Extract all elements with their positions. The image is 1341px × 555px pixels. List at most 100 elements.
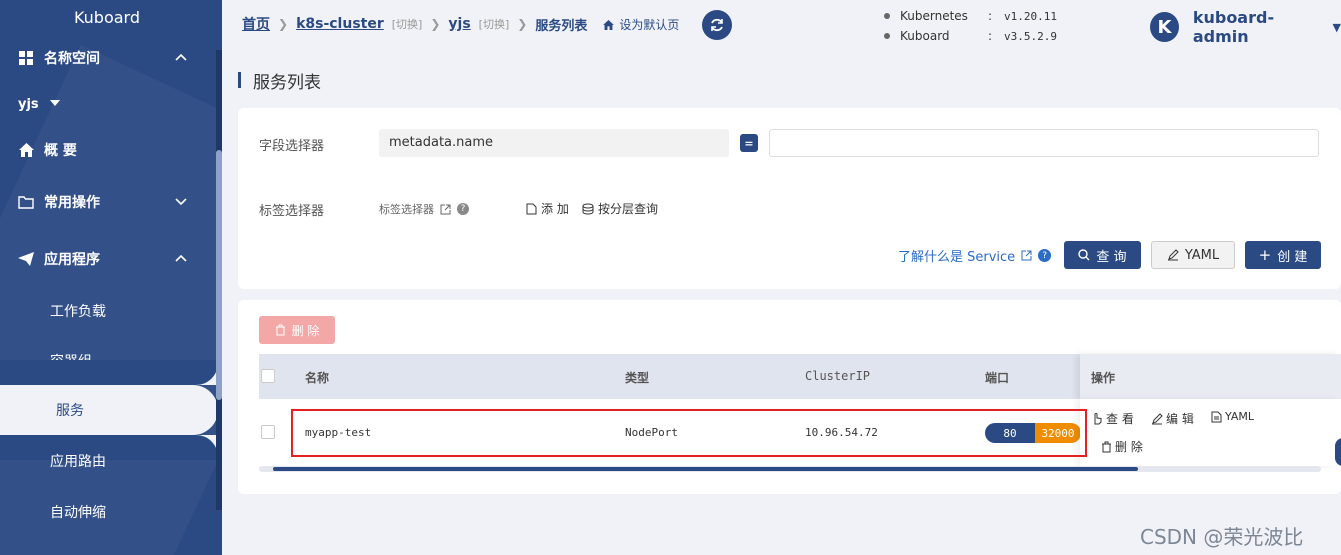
column-header-ports[interactable]: 端口: [985, 369, 1009, 386]
edit-icon: [1152, 412, 1163, 424]
row-checkbox[interactable]: [261, 425, 275, 439]
delete-selected-label: 删 除: [291, 323, 320, 338]
learn-service-text: 了解什么是 Service: [898, 250, 1016, 265]
breadcrumb-namespace[interactable]: yjs: [448, 16, 470, 32]
sidebar-item-label: 应用程序: [44, 252, 100, 268]
filter-panel: 字段选择器 metadata.name = 标签选择器 标签选择器 ? 添 加 …: [238, 108, 1341, 289]
plus-icon: +: [1258, 246, 1272, 264]
operator-button[interactable]: =: [740, 134, 758, 152]
caret-down-icon: [49, 97, 61, 112]
table-scroll-thumb[interactable]: [273, 467, 1138, 471]
refresh-icon: [711, 18, 723, 32]
namespace-switch-link[interactable]: [切换]: [479, 16, 510, 32]
chevron-right-icon: ❯: [517, 17, 528, 31]
version-value: v1.20.11: [1004, 9, 1057, 23]
home-icon: [603, 19, 615, 30]
namespace-value: yjs: [18, 96, 39, 112]
yaml-label: YAML: [1184, 247, 1220, 263]
sidebar-item-label: 名称空间: [44, 51, 100, 67]
version-name: Kubernetes: [900, 9, 968, 23]
floating-side-button[interactable]: [1335, 438, 1341, 466]
sidebar-item-common-ops[interactable]: 常用操作: [0, 182, 214, 222]
yaml-button[interactable]: YAML: [1151, 241, 1235, 269]
add-label-text: 添 加: [541, 202, 569, 216]
folder-icon: [16, 195, 36, 209]
layered-query-button[interactable]: 按分层查询: [582, 200, 658, 217]
breadcrumb-home[interactable]: 首页: [242, 14, 270, 34]
column-header-type[interactable]: 类型: [625, 369, 649, 386]
chevron-right-icon: ❯: [430, 17, 441, 31]
label-selector-label: 标签选择器: [259, 204, 325, 219]
sidebar-item-applications[interactable]: 应用程序: [0, 239, 214, 279]
label-selector-link-text: 标签选择器: [379, 203, 434, 216]
file-icon: [526, 203, 537, 214]
delete-button[interactable]: 删 除: [1101, 438, 1143, 455]
query-label: 查 询: [1096, 249, 1127, 265]
user-name: kuboard-admin: [1192, 8, 1275, 46]
label-selector-link[interactable]: 标签选择器 ?: [379, 201, 469, 217]
create-label: 创 建: [1277, 249, 1308, 265]
header: 首页 ❯ k8s-cluster [切换] ❯ yjs [切换] ❯ 服务列表 …: [222, 0, 1341, 50]
field-selector-label: 字段选择器: [259, 139, 325, 154]
delete-label: 删 除: [1115, 440, 1143, 454]
avatar: K: [1150, 12, 1179, 42]
page-title-text: 服务列表: [253, 72, 321, 93]
sidebar-item-services[interactable]: 服务: [0, 385, 218, 435]
highlight-box: [291, 409, 1087, 457]
services-table-panel: 删 除 名称 类型 ClusterIP 端口 操作 myapp-test Nod…: [238, 300, 1341, 494]
breadcrumb: 首页 ❯ k8s-cluster [切换] ❯ yjs [切换] ❯ 服务列表 …: [242, 14, 679, 34]
sidebar-item-namespace[interactable]: 名称空间: [0, 38, 214, 78]
watermark: CSDN @荣光波比: [1140, 525, 1304, 549]
table-header: 名称 类型 ClusterIP 端口 操作: [259, 354, 1341, 399]
edit-label: 编 辑: [1166, 412, 1194, 426]
sidebar-item-workloads[interactable]: 工作负载: [0, 286, 218, 336]
edit-icon: [1167, 249, 1179, 261]
chevron-up-icon: [174, 50, 188, 68]
add-label-button[interactable]: 添 加: [526, 200, 569, 217]
breadcrumb-current: 服务列表: [535, 18, 588, 34]
field-name-input[interactable]: metadata.name: [379, 129, 729, 157]
chevron-up-icon: [174, 251, 188, 269]
column-header-name[interactable]: 名称: [305, 369, 329, 386]
grid-icon: [16, 51, 36, 65]
help-icon[interactable]: ?: [457, 203, 469, 215]
sidebar-item-label: 常用操作: [44, 195, 100, 211]
database-icon: [582, 203, 594, 214]
edit-button[interactable]: 编 辑: [1151, 410, 1194, 427]
help-icon[interactable]: ?: [1038, 249, 1052, 262]
chevron-right-icon: ❯: [278, 17, 289, 31]
sidebar-item-ingress[interactable]: 应用路由: [0, 436, 218, 486]
caret-down-icon: ▼: [1332, 20, 1341, 34]
search-icon: [1078, 249, 1090, 261]
view-button[interactable]: 查 看: [1092, 410, 1134, 427]
refresh-button[interactable]: [702, 10, 732, 40]
sidebar-item-label: 概 要: [44, 143, 77, 159]
cluster-switch-link[interactable]: [切换]: [392, 16, 423, 32]
row-yaml-label: YAML: [1225, 410, 1255, 423]
hand-pointer-icon: [1094, 412, 1102, 424]
set-default-label: 设为默认页: [619, 17, 680, 32]
external-link-icon: [440, 204, 451, 214]
page-title: 服务列表: [238, 68, 321, 93]
sidebar-item-overview[interactable]: 概 要: [0, 130, 214, 170]
column-header-clusterip[interactable]: ClusterIP: [805, 369, 870, 383]
breadcrumb-cluster[interactable]: k8s-cluster: [296, 16, 384, 32]
row-yaml-button[interactable]: YAML: [1211, 410, 1254, 423]
sidebar-item-autoscaling[interactable]: 自动伸缩: [0, 487, 218, 537]
sidebar-scroll-thumb[interactable]: [216, 150, 222, 400]
query-button[interactable]: 查 询: [1064, 241, 1141, 269]
layered-query-text: 按分层查询: [598, 202, 659, 216]
set-default-page-link[interactable]: 设为默认页: [603, 16, 679, 33]
home-icon: [16, 143, 36, 157]
delete-selected-button[interactable]: 删 除: [259, 316, 335, 344]
version-name: Kuboard: [900, 29, 950, 43]
user-menu[interactable]: K kuboard-admin ▼: [1150, 8, 1341, 46]
trash-icon: [1102, 441, 1111, 452]
version-info: Kubernetes: v1.20.11 Kuboard: v3.5.2.9: [884, 6, 1057, 46]
send-icon: [16, 252, 36, 266]
select-all-checkbox[interactable]: [261, 369, 275, 383]
learn-service-link[interactable]: 了解什么是 Service ?: [898, 246, 1052, 265]
create-button[interactable]: + 创 建: [1245, 241, 1321, 269]
namespace-select[interactable]: yjs: [0, 84, 214, 124]
field-value-input[interactable]: [769, 129, 1319, 157]
